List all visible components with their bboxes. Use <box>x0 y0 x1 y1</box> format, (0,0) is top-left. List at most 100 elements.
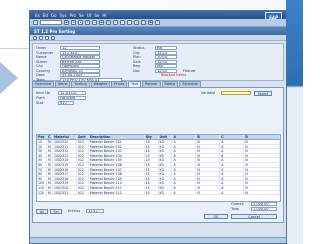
table-cell[interactable]: N <box>196 190 221 195</box>
table-cell[interactable]: N <box>244 172 280 176</box>
table-cell[interactable]: N <box>196 181 221 185</box>
table-cell[interactable]: KG <box>159 172 173 176</box>
table-cell[interactable]: KG <box>159 149 173 153</box>
table-cell[interactable]: A <box>172 158 197 162</box>
table-cell[interactable]: 012 <box>77 144 89 149</box>
table-cell[interactable]: 012 <box>77 172 89 176</box>
table-cell[interactable]: 012 <box>77 140 89 144</box>
table-cell[interactable]: N <box>196 153 221 158</box>
table-cell[interactable]: 15 <box>145 167 159 172</box>
next-page-icon[interactable]: › <box>127 20 132 25</box>
column-header[interactable]: C <box>220 135 245 139</box>
table-cell[interactable]: Material Beschr 103 <box>89 149 145 153</box>
table-cell[interactable]: 100 <box>37 181 47 185</box>
table-cell[interactable]: 1002310 <box>53 140 77 144</box>
table-cell[interactable]: A <box>220 162 245 167</box>
order-field[interactable]: 12 <box>60 46 100 50</box>
table-cell[interactable]: KG <box>159 140 173 144</box>
column-header[interactable]: Description <box>89 135 145 139</box>
prev-page-icon[interactable]: ‹ <box>120 20 125 25</box>
edit-icon[interactable] <box>39 35 43 40</box>
table-cell[interactable]: 012 <box>77 176 89 181</box>
find-next-icon[interactable]: ◎ <box>106 20 111 25</box>
table-cell[interactable]: 15 <box>145 172 159 176</box>
menu-item[interactable]: Ed <box>43 13 48 18</box>
table-cell[interactable]: Material Beschr 105 <box>89 158 145 162</box>
table-cell[interactable]: 012 <box>77 158 89 162</box>
table-cell[interactable]: A <box>220 190 245 195</box>
table-cell[interactable]: N <box>196 167 221 172</box>
table-cell[interactable]: Material Beschr 109 <box>89 176 145 181</box>
select-button-bottom[interactable]: Sel <box>50 209 62 214</box>
table-cell[interactable]: A <box>220 176 245 181</box>
table-cell[interactable]: N <box>196 158 221 162</box>
table-cell[interactable]: N <box>244 167 280 172</box>
table-cell[interactable]: KG <box>159 181 173 185</box>
table-cell[interactable]: A <box>220 158 245 162</box>
menu-item[interactable]: Pro <box>70 13 76 18</box>
table-cell[interactable]: A <box>172 167 197 172</box>
table-cell[interactable]: 1002319 <box>53 181 77 185</box>
table-cell[interactable]: 15 <box>145 153 159 158</box>
table-cell[interactable]: 1002317 <box>53 172 77 176</box>
menu-item[interactable]: Hl <box>102 13 106 18</box>
table-cell[interactable]: A <box>220 144 245 149</box>
column-header[interactable]: A <box>172 135 197 139</box>
table-cell[interactable]: Material Beschr 106 <box>89 162 145 167</box>
table-cell[interactable]: A <box>220 167 245 172</box>
country-field[interactable]: ATRIMAL 01 <box>60 68 100 73</box>
table-cell[interactable]: A <box>172 176 197 181</box>
table-cell[interactable]: A <box>220 185 245 190</box>
table-cell[interactable]: 1002318 <box>53 176 77 181</box>
menu-item[interactable]: Ut <box>87 13 92 18</box>
table-cell[interactable]: N <box>244 140 280 144</box>
table-cell[interactable]: Material Beschr 110 <box>89 181 145 185</box>
table-cell[interactable]: 50 <box>37 158 47 162</box>
table-cell[interactable]: 15 <box>145 158 159 162</box>
table-cell[interactable]: A <box>172 172 197 176</box>
back-icon[interactable]: ◂ <box>71 20 76 25</box>
table-cell[interactable]: 012 <box>77 167 89 172</box>
print-icon[interactable]: ▫ <box>92 20 97 25</box>
table-cell[interactable]: 15 <box>145 181 159 185</box>
column-header[interactable]: Material <box>53 135 77 139</box>
table-cell[interactable]: 15 <box>145 185 159 190</box>
menu-item[interactable]: Ex <box>35 13 40 18</box>
sale-field[interactable]: 12/10 <box>155 59 177 64</box>
table-cell[interactable]: 15 <box>145 190 159 195</box>
name-field[interactable]: Grünewald Rappel <box>60 55 100 59</box>
region-field[interactable]: MN <box>155 64 177 68</box>
table-cell[interactable]: 10 <box>37 140 47 144</box>
table-cell[interactable]: 1002311 <box>53 144 77 149</box>
table-cell[interactable]: KG <box>159 176 173 181</box>
help-icon[interactable]: ? <box>155 20 160 25</box>
date-field[interactable]: 05.04.2009 <box>60 73 100 77</box>
table-cell[interactable]: N <box>196 172 221 176</box>
table-cell[interactable]: 60 <box>37 162 47 167</box>
table-cell[interactable]: 012 <box>77 181 89 185</box>
table-cell[interactable]: N <box>196 149 221 153</box>
table-cell[interactable]: A <box>220 149 245 153</box>
column-header[interactable]: Pos <box>37 135 47 139</box>
table-cell[interactable]: A <box>220 140 245 144</box>
table-cell[interactable]: 1002314 <box>53 158 77 162</box>
table-cell[interactable]: A <box>220 181 245 185</box>
table-cell[interactable]: 120 <box>37 190 47 195</box>
table-cell[interactable]: N <box>244 185 280 190</box>
table-cell[interactable]: 90 <box>37 176 47 181</box>
column-header[interactable]: Qty <box>145 135 159 139</box>
table-cell[interactable]: Material Beschr 102 <box>89 144 145 149</box>
table-cell[interactable]: KG <box>159 153 173 158</box>
table-cell[interactable]: 1002312 <box>53 149 77 153</box>
table-cell[interactable]: KG <box>159 162 173 167</box>
table-cell[interactable]: 80 <box>37 172 47 176</box>
table-cell[interactable]: 30 <box>37 149 47 153</box>
table-row[interactable]: 120 M 1002321 012 Material Beschr 112 15 KG A N A… <box>37 190 280 196</box>
table-cell[interactable]: KG <box>159 144 173 149</box>
table-cell[interactable]: 70 <box>37 167 47 172</box>
table-cell[interactable]: Material Beschr 111 <box>89 185 145 190</box>
table-cell[interactable]: 012 <box>77 153 89 158</box>
cancel-button[interactable]: Cancel <box>231 214 277 219</box>
table-cell[interactable]: KG <box>159 190 173 195</box>
shortcut-icon[interactable]: ▣ <box>148 20 153 25</box>
